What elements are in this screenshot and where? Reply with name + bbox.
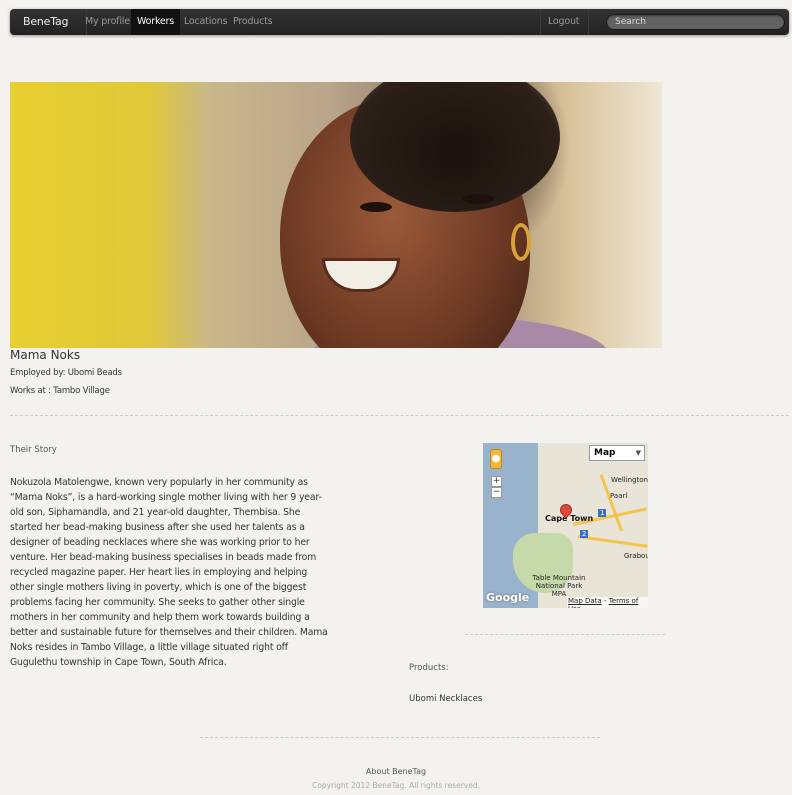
worker-photo [10,82,662,348]
top-navbar: BeneTag My profile Workers Locations Pro… [10,9,789,35]
nav-my-profile[interactable]: My profile [79,9,136,35]
footer-divider [200,737,600,738]
copyright-text: Copyright 2012 BeneTag. All rights reser… [311,781,481,790]
worker-employer: Employed by: Ubomi Beads [10,368,122,378]
products-heading: Products: [409,663,449,673]
map-label: Grabou [624,552,648,560]
nav-workers[interactable]: Workers [131,9,181,35]
nav-locations[interactable]: Locations [178,9,233,35]
brand-link[interactable]: BeneTag [23,9,68,35]
nav-products[interactable]: Products [227,9,278,35]
route-shield: 2 [580,530,589,538]
map-label: Paarl [610,492,628,500]
search-input[interactable] [606,14,785,30]
chevron-down-icon: ▼ [635,449,641,457]
map-label: Table Mountain National Park MPA [532,574,586,598]
attribution-separator: - [601,597,609,605]
section-divider [465,634,665,635]
photo-eye [360,202,392,212]
map-attribution: Map Data - Terms of Use [567,597,648,608]
worker-name: Mama Noks [10,348,81,362]
worker-location: Works at : Tambo Village [10,386,110,396]
route-shield: 1 [598,509,607,517]
map-type-label: Map [594,448,616,458]
story-heading: Their Story [10,445,57,455]
nav-divider [540,9,541,35]
google-logo: Google [486,591,530,604]
nav-divider [588,9,589,35]
street-view-pegman-icon[interactable]: ● [490,449,502,469]
map-type-select[interactable]: Map ▼ [589,445,645,461]
location-map[interactable]: ● + − Map ▼ Wellington Paarl Grabou Cape … [483,443,648,608]
zoom-out-button[interactable]: − [491,487,502,498]
about-link-text[interactable]: About BeneTag [366,767,426,776]
story-text: Nokuzola Matolengwe, known very popularl… [10,477,328,668]
about-link: About BeneTag [0,767,792,776]
map-data-link[interactable]: Map Data [568,597,602,605]
map-label: Wellington [611,476,648,484]
photo-eye [462,194,494,204]
section-divider [10,415,789,416]
photo-earring [511,223,531,261]
logout-link[interactable]: Logout [542,9,585,35]
zoom-in-button[interactable]: + [491,476,502,487]
product-link[interactable]: Ubomi Necklaces [409,694,482,704]
